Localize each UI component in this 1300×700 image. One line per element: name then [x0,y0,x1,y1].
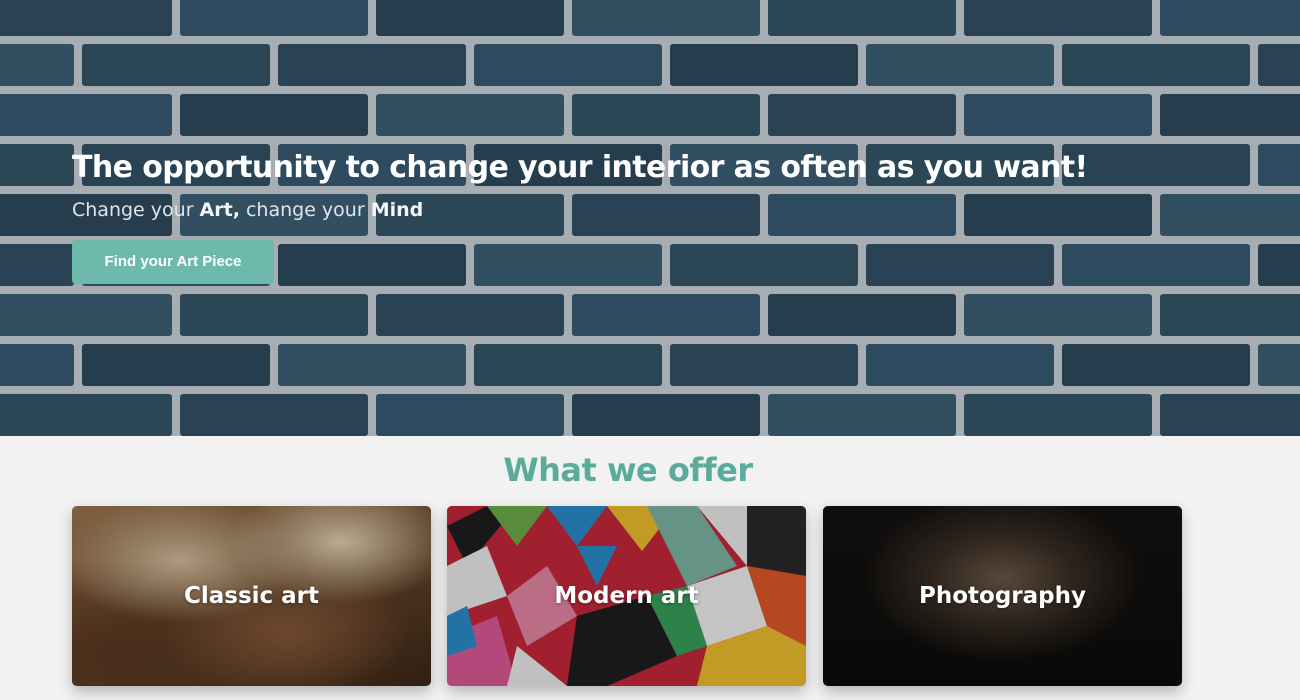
offer-section-title: What we offer [503,451,753,489]
hero-title: The opportunity to change your interior … [72,150,1088,185]
find-art-piece-button[interactable]: Find your Art Piece [72,240,274,284]
card-label: Classic art [183,583,320,609]
subtitle-mind: Mind [370,199,424,221]
card-label: Photography [919,583,1086,609]
hero-banner: The opportunity to change your interior … [0,0,1300,436]
card-classic-art[interactable]: Classic art [72,506,431,686]
subtitle-text-1: Change your [72,199,200,221]
card-photography[interactable]: Photography [823,506,1182,686]
hero-content: The opportunity to change your interior … [72,148,1088,284]
card-label: Modern art [554,583,699,609]
subtitle-text-2: change your [239,199,371,221]
card-modern-art[interactable]: Modern art [447,506,806,686]
hero-subtitle: Change your Art, change your Mind [72,198,1088,222]
subtitle-art: Art, [199,199,240,221]
